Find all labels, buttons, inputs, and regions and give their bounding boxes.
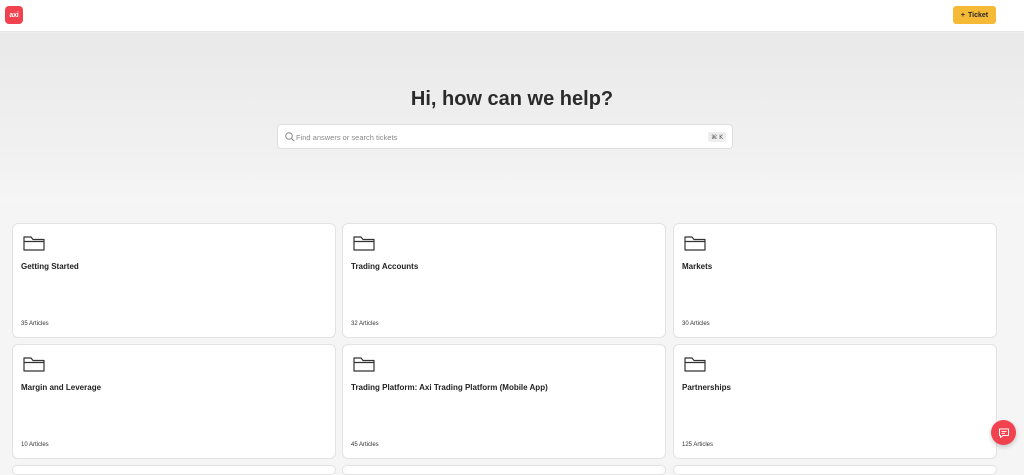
category-card[interactable]: Markets 30 Articles <box>673 223 997 338</box>
article-count: 30 Articles <box>682 321 710 327</box>
folder-icon <box>353 357 375 372</box>
axi-logo[interactable]: axi <box>5 6 23 24</box>
article-count: 10 Articles <box>21 442 49 448</box>
folder-icon <box>23 236 45 251</box>
ticket-button-label: Ticket <box>967 11 989 19</box>
article-count: 35 Articles <box>21 321 49 327</box>
category-card[interactable]: Margin and Leverage 10 Articles <box>12 344 336 459</box>
new-ticket-button[interactable]: + Ticket <box>953 6 996 24</box>
chat-icon <box>998 428 1009 438</box>
search-input[interactable] <box>296 128 696 146</box>
category-card[interactable]: Partnerships 125 Articles <box>673 344 997 459</box>
keyboard-shortcut-hint: ⌘ K <box>708 132 726 142</box>
category-title: Getting Started <box>21 262 79 271</box>
category-title: Trading Accounts <box>351 262 419 271</box>
category-title: Margin and Leverage <box>21 383 102 392</box>
folder-icon <box>684 236 706 251</box>
search-icon <box>285 132 295 142</box>
category-card[interactable]: Getting Started 35 Articles <box>12 223 336 338</box>
top-bar: axi + Ticket <box>0 0 1024 32</box>
page-title: Hi, how can we help? <box>410 88 614 110</box>
category-card[interactable]: Trading Accounts 32 Articles <box>342 223 666 338</box>
folder-icon <box>23 357 45 372</box>
category-title: Markets <box>682 262 713 271</box>
category-title: Trading Platform: Axi Trading Platform (… <box>351 383 548 392</box>
chat-widget-button[interactable] <box>991 420 1016 445</box>
category-title: Partnerships <box>682 383 731 392</box>
folder-icon <box>353 236 375 251</box>
category-card[interactable]: Trading Platform: Axi Trading Platform (… <box>342 344 666 459</box>
article-count: 32 Articles <box>351 321 379 327</box>
article-count: 125 Articles <box>682 442 714 448</box>
plus-icon: + <box>960 11 965 19</box>
folder-icon <box>684 357 706 372</box>
article-count: 45 Articles <box>351 442 379 448</box>
search-box[interactable]: ⌘ K <box>277 124 733 149</box>
hero-section <box>0 33 1024 205</box>
